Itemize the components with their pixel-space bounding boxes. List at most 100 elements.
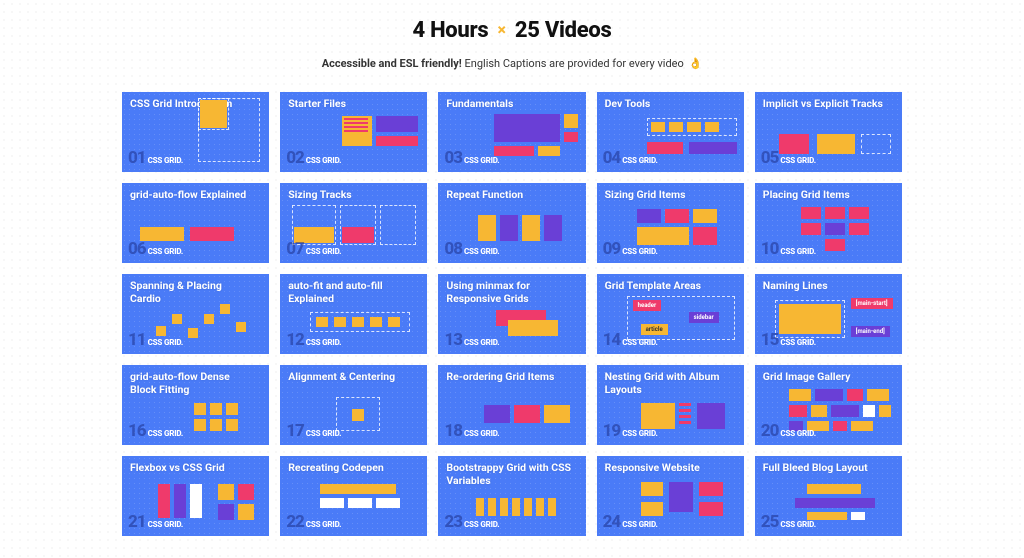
- video-card-10[interactable]: Placing Grid Items 10CSS GRID.: [755, 183, 902, 263]
- video-title: Bootstrappy Grid with CSS Variables: [446, 462, 571, 487]
- video-title: Re-ordering Grid Items: [446, 371, 571, 384]
- line-tag-end: [main-end]: [851, 326, 890, 337]
- video-card-02[interactable]: Starter Files 02CSS GRID.: [280, 92, 427, 172]
- video-title: Sizing Tracks: [288, 189, 413, 202]
- video-title: Flexbox vs CSS Grid: [130, 462, 255, 475]
- heading-videos: 25 Videos: [515, 18, 612, 43]
- video-number: 01: [128, 148, 146, 168]
- heading-hours: 4 Hours: [413, 18, 489, 43]
- brand-label: CSS GRID.: [464, 429, 499, 438]
- brand-label: CSS GRID.: [622, 338, 657, 347]
- area-tag-header: header: [633, 300, 662, 311]
- video-card-09[interactable]: Sizing Grid Items 09CSS GRID.: [597, 183, 744, 263]
- brand-label: CSS GRID.: [306, 247, 341, 256]
- video-number: 03: [444, 148, 462, 168]
- brand-label: CSS GRID.: [622, 156, 657, 165]
- brand-label: CSS GRID.: [622, 520, 657, 529]
- video-number: 12: [286, 330, 304, 350]
- video-card-18[interactable]: Re-ordering Grid Items 18CSS GRID.: [438, 365, 585, 445]
- video-card-13[interactable]: Using minmax for Responsive Grids 13CSS …: [438, 274, 585, 354]
- video-card-04[interactable]: Dev Tools 04CSS GRID.: [597, 92, 744, 172]
- brand-label: CSS GRID.: [306, 156, 341, 165]
- video-number: 22: [286, 512, 304, 532]
- video-number: 18: [444, 421, 462, 441]
- subtitle-rest: English Captions are provided for every …: [465, 57, 684, 70]
- brand-label: CSS GRID.: [780, 156, 815, 165]
- video-number: 04: [603, 148, 621, 168]
- video-card-23[interactable]: Bootstrappy Grid with CSS Variables 23CS…: [438, 456, 585, 536]
- video-card-25[interactable]: Full Bleed Blog Layout 25CSS GRID.: [755, 456, 902, 536]
- video-number: 19: [603, 421, 621, 441]
- video-title: Implicit vs Explicit Tracks: [763, 98, 888, 111]
- video-number: 13: [444, 330, 462, 350]
- video-number: 25: [761, 512, 779, 532]
- video-number: 16: [128, 421, 146, 441]
- video-number: 11: [128, 330, 146, 350]
- video-title: Spanning & Placing Cardio: [130, 280, 255, 305]
- video-card-11[interactable]: Spanning & Placing Cardio 11CSS GRID.: [122, 274, 269, 354]
- video-number: 17: [286, 421, 304, 441]
- brand-label: CSS GRID.: [780, 247, 815, 256]
- brand-label: CSS GRID.: [306, 429, 341, 438]
- video-card-08[interactable]: Repeat Function 08CSS GRID.: [438, 183, 585, 263]
- video-number: 23: [444, 512, 462, 532]
- video-card-15[interactable]: [main-start] [main-end] Naming Lines 15C…: [755, 274, 902, 354]
- subtitle: Accessible and ESL friendly! English Cap…: [122, 57, 902, 70]
- area-tag-sidebar: sidebar: [689, 312, 719, 323]
- video-title: Naming Lines: [763, 280, 888, 293]
- video-number: 09: [603, 239, 621, 259]
- video-number: 05: [761, 148, 779, 168]
- video-card-03[interactable]: Fundamentals 03CSS GRID.: [438, 92, 585, 172]
- brand-label: CSS GRID.: [148, 247, 183, 256]
- subtitle-bold: Accessible and ESL friendly!: [322, 57, 462, 70]
- video-title: Repeat Function: [446, 189, 571, 202]
- video-number: 06: [128, 239, 146, 259]
- video-title: Sizing Grid Items: [605, 189, 730, 202]
- brand-label: CSS GRID.: [148, 520, 183, 529]
- video-number: 07: [286, 239, 304, 259]
- video-title: Using minmax for Responsive Grids: [446, 280, 571, 305]
- video-card-17[interactable]: Alignment & Centering 17CSS GRID.: [280, 365, 427, 445]
- brand-label: CSS GRID.: [780, 429, 815, 438]
- video-title: grid-auto-flow Dense Block Fitting: [130, 371, 255, 396]
- video-title: auto-fit and auto-fill Explained: [288, 280, 413, 305]
- video-card-19[interactable]: Nesting Grid with Album Layouts 19CSS GR…: [597, 365, 744, 445]
- brand-label: CSS GRID.: [464, 520, 499, 529]
- video-card-05[interactable]: Implicit vs Explicit Tracks 05CSS GRID.: [755, 92, 902, 172]
- video-number: 02: [286, 148, 304, 168]
- brand-label: CSS GRID.: [780, 338, 815, 347]
- video-card-20[interactable]: Grid Image Gallery 20CSS GRID.: [755, 365, 902, 445]
- video-number: 08: [444, 239, 462, 259]
- video-card-01[interactable]: CSS Grid Introduction 01CSS GRID.: [122, 92, 269, 172]
- video-title: Placing Grid Items: [763, 189, 888, 202]
- video-title: Nesting Grid with Album Layouts: [605, 371, 730, 396]
- brand-label: CSS GRID.: [464, 156, 499, 165]
- brand-label: CSS GRID.: [148, 429, 183, 438]
- video-title: Starter Files: [288, 98, 413, 111]
- video-card-14[interactable]: header sidebar article Grid Template Are…: [597, 274, 744, 354]
- video-card-12[interactable]: auto-fit and auto-fill Explained 12CSS G…: [280, 274, 427, 354]
- video-number: 24: [603, 512, 621, 532]
- brand-label: CSS GRID.: [148, 338, 183, 347]
- brand-label: CSS GRID.: [464, 247, 499, 256]
- ok-hand-emoji: 👌: [689, 57, 703, 70]
- video-card-22[interactable]: Recreating Codepen 22CSS GRID.: [280, 456, 427, 536]
- brand-label: CSS GRID.: [622, 247, 657, 256]
- brand-label: CSS GRID.: [622, 429, 657, 438]
- video-card-07[interactable]: Sizing Tracks 07CSS GRID.: [280, 183, 427, 263]
- page-heading: 4 Hours × 25 Videos: [122, 18, 902, 43]
- video-card-06[interactable]: grid-auto-flow Explained 06CSS GRID.: [122, 183, 269, 263]
- brand-label: CSS GRID.: [148, 156, 183, 165]
- video-number: 15: [761, 330, 779, 350]
- video-title: Grid Image Gallery: [763, 371, 888, 384]
- video-card-24[interactable]: Responsive Website 24CSS GRID.: [597, 456, 744, 536]
- video-title: Alignment & Centering: [288, 371, 413, 384]
- line-tag-start: [main-start]: [851, 298, 893, 309]
- video-title: Full Bleed Blog Layout: [763, 462, 888, 475]
- brand-label: CSS GRID.: [464, 338, 499, 347]
- video-title: Recreating Codepen: [288, 462, 413, 475]
- brand-label: CSS GRID.: [306, 338, 341, 347]
- video-title: Grid Template Areas: [605, 280, 730, 293]
- video-card-21[interactable]: Flexbox vs CSS Grid 21CSS GRID.: [122, 456, 269, 536]
- video-card-16[interactable]: grid-auto-flow Dense Block Fitting 16CSS…: [122, 365, 269, 445]
